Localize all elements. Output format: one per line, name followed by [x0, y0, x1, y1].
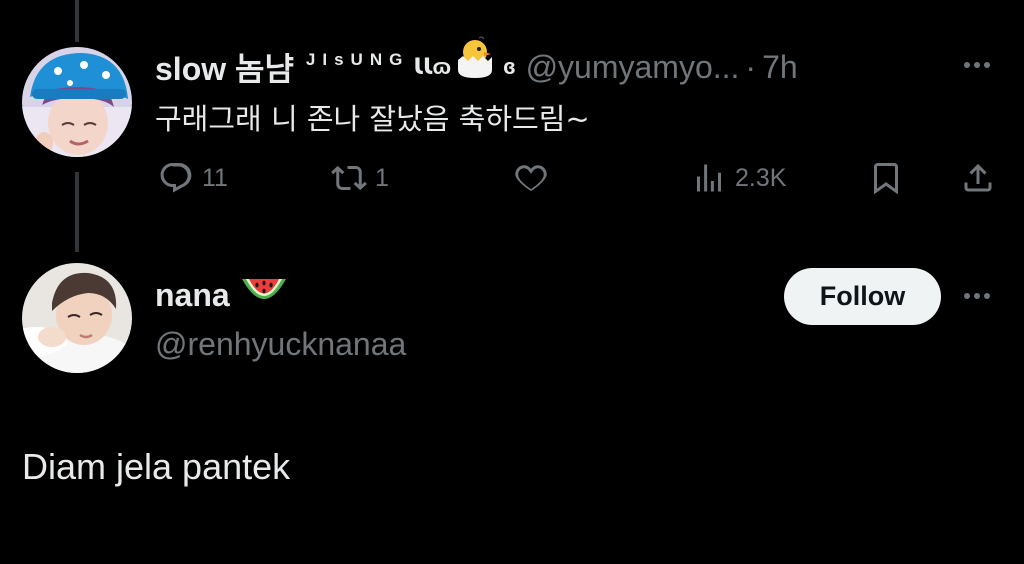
share-action-button[interactable]: [960, 160, 996, 196]
reply-separator: ·: [745, 48, 757, 85]
watermelon-icon: [240, 275, 288, 315]
reply-text: 구래그래 니 존나 잘났음 축하드림~: [155, 102, 590, 136]
main-tweet-text: Diam jela pantek: [22, 446, 291, 487]
bookmark-action-button[interactable]: [868, 160, 904, 196]
main-display-name[interactable]: nana: [155, 277, 230, 314]
reply-timestamp[interactable]: 7h: [762, 49, 798, 86]
main-display-name-row: nana: [155, 275, 288, 315]
reply-display-name[interactable]: slow 놈냠: [155, 44, 294, 90]
repost-icon: [331, 160, 367, 196]
main-handle[interactable]: @renhyucknanaa: [155, 326, 406, 363]
reply-name-suffix-left: ꙆꙆɷ: [413, 54, 452, 79]
main-avatar[interactable]: [22, 263, 132, 373]
thread-line-connector: [75, 172, 79, 252]
repost-count: 1: [375, 163, 389, 192]
reply-handle[interactable]: @yumyamyo...: [526, 49, 740, 86]
thread-line-top: [75, 0, 79, 42]
bookmark-icon: [868, 160, 904, 196]
reply-name-decoration: JIsUNG: [305, 50, 410, 69]
repost-action-button[interactable]: 1: [331, 160, 389, 196]
views-action-button[interactable]: 2.3K: [691, 160, 786, 196]
heart-icon: [513, 160, 549, 196]
tweet-detail: slow 놈냠 JIsUNG ꙆꙆɷ ɞ @yumyamyo... · 7h 구…: [0, 0, 1024, 564]
views-count: 2.3K: [735, 163, 787, 192]
analytics-icon: [691, 160, 727, 196]
reply-more-options-icon[interactable]: [964, 62, 990, 68]
reply-avatar[interactable]: [22, 47, 132, 157]
like-action-button[interactable]: [513, 160, 557, 196]
share-icon: [960, 160, 996, 196]
hatching-chick-icon: [453, 36, 497, 88]
reply-action-button[interactable]: 11: [158, 160, 228, 196]
comment-icon: [158, 160, 194, 196]
follow-button[interactable]: Follow: [784, 268, 941, 325]
reply-header: slow 놈냠 JIsUNG ꙆꙆɷ ɞ @yumyamyo... · 7h: [155, 36, 798, 90]
reply-count: 11: [202, 163, 228, 192]
main-more-options-icon[interactable]: [964, 293, 990, 299]
reply-name-suffix-right: ɞ: [503, 54, 516, 79]
